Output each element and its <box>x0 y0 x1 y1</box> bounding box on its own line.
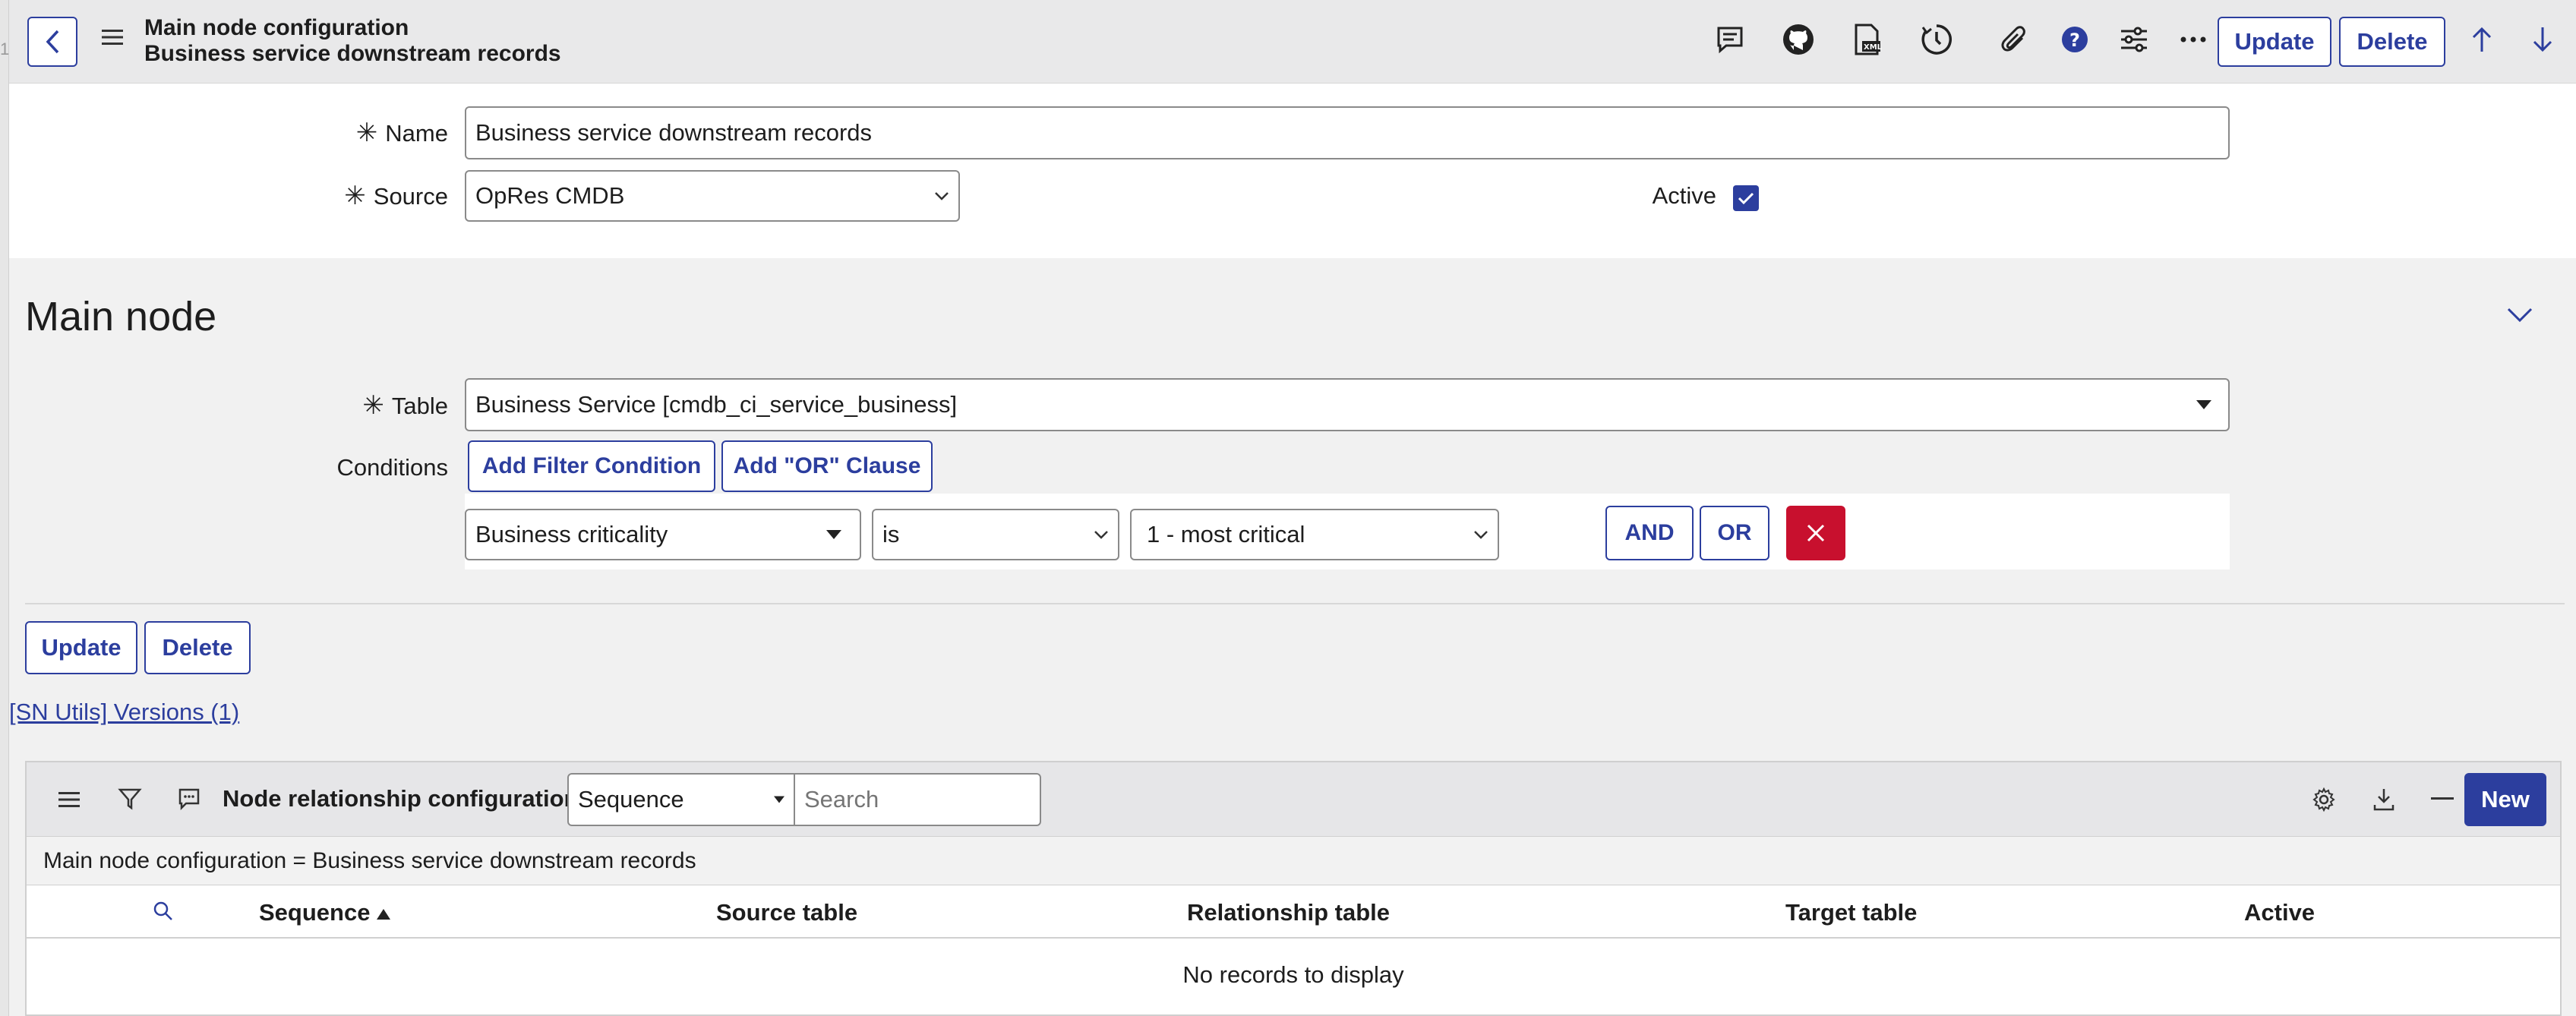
back-icon <box>46 30 59 54</box>
condition-operator-value: is <box>882 521 900 547</box>
condition-field-select[interactable]: Business criticality <box>465 509 861 560</box>
column-source-table[interactable]: Source table <box>716 899 857 926</box>
arrow-up-icon <box>2472 27 2492 52</box>
empty-list-message: No records to display <box>1182 961 1404 988</box>
hamburger-menu-icon[interactable] <box>102 29 123 46</box>
header-update-button[interactable]: Update <box>2218 17 2331 67</box>
and-button[interactable]: AND <box>1605 506 1694 560</box>
caret-down-icon <box>826 530 841 539</box>
add-or-clause-button[interactable]: Add "OR" Clause <box>721 440 933 492</box>
active-checkbox[interactable] <box>1733 185 1759 211</box>
related-list-header: Node relationship configurations Sequenc… <box>27 762 2560 837</box>
svg-text:XML: XML <box>1864 43 1882 52</box>
name-value: Business service downstream records <box>475 119 873 146</box>
source-value: OpRes CMDB <box>475 182 625 209</box>
settings-sliders-icon <box>2121 27 2147 52</box>
or-button[interactable]: OR <box>1700 506 1769 560</box>
column-relationship-table[interactable]: Relationship table <box>1187 899 1390 926</box>
back-button[interactable] <box>27 17 77 67</box>
chevron-down-icon <box>1474 531 1488 539</box>
source-select[interactable]: OpRes CMDB <box>465 170 960 222</box>
name-field[interactable]: Business service downstream records <box>465 106 2230 159</box>
xml-icon: XML <box>1855 24 1882 55</box>
xml-button[interactable]: XML <box>1847 20 1886 59</box>
bottom-update-button[interactable]: Update <box>25 621 137 674</box>
github-button[interactable] <box>1779 20 1818 59</box>
table-label-text: Table <box>391 393 448 419</box>
form-header: Main node configuration Business service… <box>9 0 2576 84</box>
related-list-title: Node relationship configurations <box>223 785 592 812</box>
chevron-down-icon <box>1094 531 1108 539</box>
condition-value: 1 - most critical <box>1147 521 1305 547</box>
previous-record-button[interactable] <box>2462 20 2502 59</box>
comment-icon <box>1717 27 1743 54</box>
arrow-down-icon <box>2533 27 2552 52</box>
condition-operator-select[interactable]: is <box>872 509 1119 560</box>
next-record-button[interactable] <box>2523 20 2562 59</box>
record-display-value: Business service downstream records <box>144 41 561 66</box>
name-label-text: Name <box>385 120 448 147</box>
collapse-section-icon[interactable] <box>2506 307 2533 323</box>
github-icon <box>1783 24 1814 55</box>
related-list: Node relationship configurations Sequenc… <box>25 761 2562 1016</box>
history-icon <box>1921 24 1952 55</box>
help-icon: ? <box>2062 27 2088 52</box>
breadcrumb-filter[interactable]: Main node configuration = Business servi… <box>27 837 2560 885</box>
source-label-text: Source <box>373 183 448 210</box>
gutter-number: 1 <box>0 39 10 58</box>
checkmark-icon <box>1738 192 1754 205</box>
chat-icon[interactable] <box>177 787 201 811</box>
personalize-button[interactable] <box>2114 20 2154 59</box>
new-button[interactable]: New <box>2464 773 2546 826</box>
search-field-select[interactable]: Sequence <box>567 773 795 826</box>
required-asterisk-icon: ✳ <box>344 181 366 210</box>
table-value: Business Service [cmdb_ci_service_busine… <box>475 391 958 418</box>
filter-icon[interactable] <box>118 787 142 811</box>
condition-field-value: Business criticality <box>475 521 668 547</box>
history-button[interactable] <box>1917 20 1956 59</box>
comment-button[interactable] <box>1710 20 1750 59</box>
help-button[interactable]: ? <box>2055 20 2095 59</box>
condition-value-select[interactable]: 1 - most critical <box>1130 509 1499 560</box>
column-active[interactable]: Active <box>2244 899 2315 926</box>
sn-utils-versions-link[interactable]: [SN Utils] Versions (1) <box>9 699 239 726</box>
close-icon <box>1807 524 1825 542</box>
column-sequence-label: Sequence <box>259 899 371 926</box>
column-target-table[interactable]: Target table <box>1785 899 1917 926</box>
source-label: ✳ Source <box>334 181 448 211</box>
required-asterisk-icon: ✳ <box>355 118 378 147</box>
header-delete-button[interactable]: Delete <box>2339 17 2445 67</box>
left-gutter: 1 <box>0 0 9 1016</box>
search-icon[interactable] <box>153 901 174 922</box>
sort-ascending-icon <box>377 908 391 920</box>
caret-down-icon <box>774 796 784 803</box>
download-icon[interactable] <box>2372 787 2396 812</box>
table-select[interactable]: Business Service [cmdb_ci_service_busine… <box>465 378 2230 431</box>
required-asterisk-icon: ✳ <box>362 391 384 420</box>
section-title: Main node <box>25 294 217 339</box>
hamburger-menu-icon[interactable] <box>58 791 80 808</box>
conditions-label: Conditions <box>336 454 448 481</box>
caret-down-icon <box>2196 400 2211 409</box>
delete-condition-button[interactable] <box>1786 506 1845 560</box>
more-actions-button[interactable] <box>2174 20 2213 59</box>
table-label: ✳ Table <box>349 390 448 421</box>
gear-icon[interactable] <box>2311 787 2337 812</box>
svg-text:?: ? <box>2069 30 2080 51</box>
form-title: Main node configuration <box>144 15 409 40</box>
column-header-row: Sequence Source table Relationship table… <box>27 885 2560 939</box>
search-input[interactable] <box>794 773 1041 826</box>
name-label: ✳ Name <box>349 118 448 148</box>
minimize-icon[interactable] <box>2431 797 2454 800</box>
section-divider <box>25 603 2565 604</box>
add-filter-condition-button[interactable]: Add Filter Condition <box>468 440 715 492</box>
attachment-button[interactable] <box>1995 20 2035 59</box>
bottom-delete-button[interactable]: Delete <box>144 621 251 674</box>
paperclip-icon <box>2001 26 2025 52</box>
search-field-value: Sequence <box>578 786 684 812</box>
more-icon <box>2180 36 2206 43</box>
active-label: Active <box>1652 182 1716 209</box>
column-sequence[interactable]: Sequence <box>259 899 391 926</box>
chevron-down-icon <box>935 192 949 200</box>
